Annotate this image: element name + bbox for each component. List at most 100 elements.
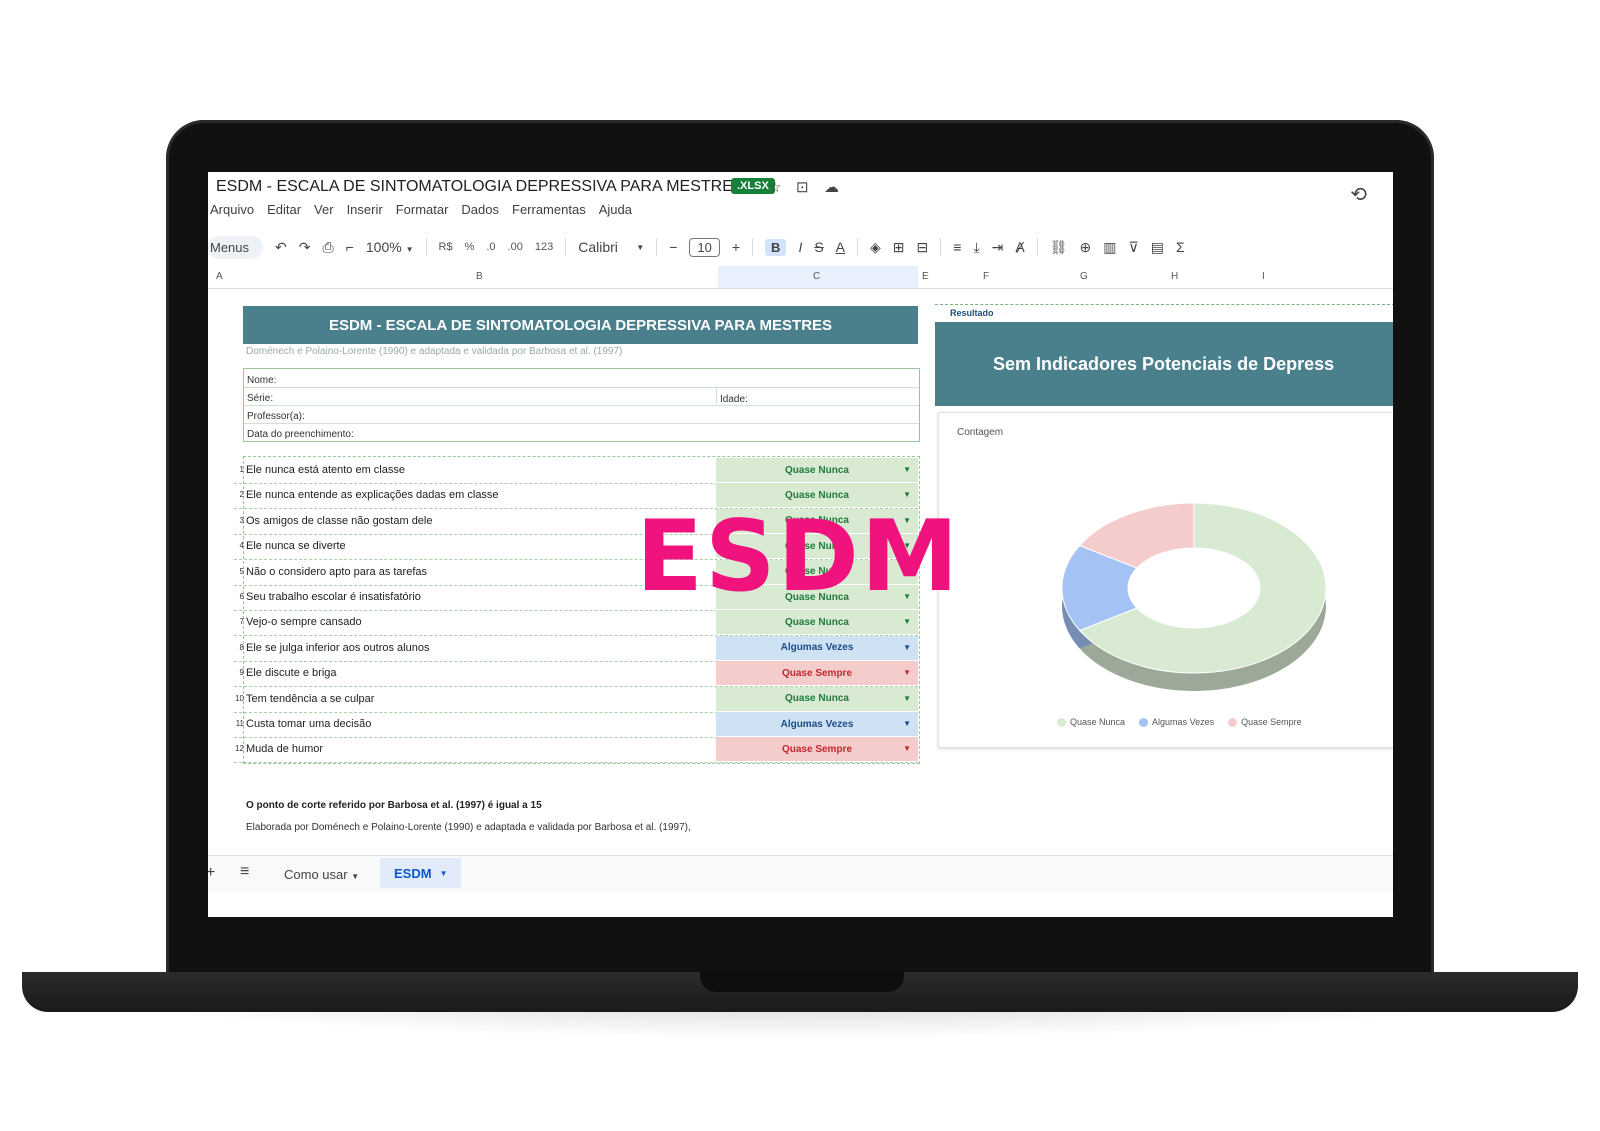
add-sheet-icon[interactable]: + (208, 864, 215, 882)
menu-bar: Arquivo Editar Ver Inserir Formatar Dado… (210, 202, 632, 217)
vertical-align-icon[interactable]: ⤓ (973, 239, 979, 256)
filter-icon[interactable]: ⊽ (1128, 239, 1138, 256)
zoom-select[interactable]: 100% ▼ (366, 239, 414, 255)
redo-icon[interactable]: ↷ (299, 239, 311, 256)
tab-como-usar[interactable]: Como usar ▼ (284, 867, 359, 882)
column-header-i[interactable]: I (1262, 271, 1265, 282)
menu-item-ferramentas[interactable]: Ferramentas (512, 202, 586, 217)
column-header-b[interactable]: B (476, 271, 483, 282)
form-divider (716, 386, 717, 404)
question-text[interactable]: Ele nunca se diverte (246, 540, 346, 552)
borders-icon[interactable]: ⊞ (893, 239, 905, 256)
bold-button[interactable]: B (765, 238, 787, 256)
idade-field[interactable]: Idade: (720, 394, 748, 405)
cloud-status-icon[interactable]: ☁ (824, 178, 839, 196)
menu-item-editar[interactable]: Editar (267, 202, 301, 217)
question-text[interactable]: Vejo-o sempre cansado (246, 616, 362, 628)
insert-comment-icon[interactable]: ⊕ (1080, 239, 1092, 256)
menu-item-formatar[interactable]: Formatar (396, 202, 449, 217)
chevron-down-icon: ▼ (903, 642, 911, 652)
reference-note[interactable]: Elaborada por Doménech e Polaino-Lorente… (246, 822, 691, 833)
print-icon[interactable]: ⎙ (323, 239, 334, 256)
data-preenchimento-field[interactable]: Data do preenchimento: (247, 429, 354, 440)
cutoff-note[interactable]: O ponto de corte referido por Barbosa et… (246, 800, 542, 811)
text-color-button[interactable]: A (836, 239, 845, 255)
question-number: 3 (239, 515, 244, 525)
version-history-icon[interactable]: ⟲ (1350, 182, 1367, 207)
toolbar: Menus ↶ ↷ ⎙ ⌐ 100% ▼ R$ % .0 .00 123 Cal… (208, 230, 1393, 264)
font-size-input[interactable]: 10 (689, 237, 720, 257)
sheet-subtitle[interactable]: Doménech e Polaino-Lorente (1990) e adap… (246, 346, 622, 357)
number-format-button[interactable]: 123 (535, 241, 553, 253)
legend-item-quase-nunca: Quase Nunca (1057, 717, 1125, 728)
menu-item-dados[interactable]: Dados (461, 202, 499, 217)
column-header-a[interactable]: A (216, 271, 223, 282)
answer-dropdown[interactable]: Algumas Vezes ▼ (716, 712, 918, 736)
result-value[interactable]: Sem Indicadores Potenciais de Depress (935, 322, 1393, 406)
donut-chart[interactable]: Contagem Quase Nunca Algumas Vezes Quase… (938, 412, 1393, 748)
fill-color-icon[interactable]: ◈ (870, 239, 881, 256)
question-text[interactable]: Ele nunca entende as explicações dadas e… (246, 489, 499, 501)
question-text[interactable]: Ele discute e briga (246, 667, 337, 679)
percent-format-button[interactable]: % (465, 241, 475, 253)
text-rotation-icon[interactable]: Ⱥ (1015, 239, 1024, 255)
menu-item-inserir[interactable]: Inserir (347, 202, 383, 217)
move-folder-icon[interactable]: ⊡ (796, 178, 809, 196)
document-title[interactable]: ESDM - ESCALA DE SINTOMATOLOGIA DEPRESSI… (216, 178, 744, 196)
italic-button[interactable]: I (798, 239, 802, 255)
question-text[interactable]: Não o considero apto para as tarefas (246, 566, 427, 578)
column-header-f[interactable]: F (983, 271, 989, 282)
question-text[interactable]: Ele se julga inferior aos outros alunos (246, 642, 429, 654)
functions-icon[interactable]: Σ (1176, 239, 1185, 255)
filter-views-icon[interactable]: ▤ (1151, 239, 1164, 256)
merge-cells-icon[interactable]: ⊟ (917, 239, 929, 256)
tab-esdm[interactable]: ESDM ▼ (380, 858, 462, 888)
text-wrap-icon[interactable]: ⇥ (992, 239, 1004, 256)
professor-field[interactable]: Professor(a): (247, 411, 305, 422)
toolbar-divider (1036, 238, 1038, 256)
question-text[interactable]: Ele nunca está atento em classe (246, 464, 405, 476)
result-label[interactable]: Resultado (950, 308, 994, 318)
answer-value: Quase Sempre (781, 743, 853, 755)
all-sheets-icon[interactable]: ≡ (240, 863, 249, 881)
serie-field[interactable]: Série: (247, 393, 273, 404)
menu-item-arquivo[interactable]: Arquivo (210, 202, 254, 217)
horizontal-align-icon[interactable]: ≡ (953, 239, 961, 255)
answer-dropdown[interactable]: Quase Nunca ▼ (716, 458, 918, 482)
menus-search[interactable]: Menus (208, 235, 264, 259)
undo-icon[interactable]: ↶ (275, 239, 287, 256)
font-select[interactable]: Calibri ▼ (578, 239, 644, 255)
question-text[interactable]: Os amigos de classe não gostam dele (246, 515, 433, 527)
strikethrough-button[interactable]: S (814, 239, 823, 255)
answer-dropdown[interactable]: Quase Nunca ▼ (716, 686, 918, 711)
answer-dropdown[interactable]: Quase Sempre ▼ (716, 737, 918, 762)
menu-item-ajuda[interactable]: Ajuda (599, 202, 632, 217)
column-header-c[interactable]: C (813, 271, 820, 282)
question-text[interactable]: Muda de humor (246, 743, 323, 755)
star-icon[interactable]: ☆ (768, 178, 781, 196)
increase-decimal-button[interactable]: .00 (508, 241, 523, 253)
font-size-increase-icon[interactable]: + (732, 239, 740, 255)
nome-field[interactable]: Nome: (247, 375, 276, 386)
paint-format-icon[interactable]: ⌐ (346, 239, 354, 255)
insert-link-icon[interactable]: ⛓ (1050, 239, 1068, 256)
tab-label: Como usar (284, 867, 348, 882)
answer-dropdown[interactable]: Quase Sempre ▼ (716, 661, 918, 686)
question-number: 11 (235, 719, 244, 728)
question-text[interactable]: Custa tomar uma decisão (246, 718, 371, 730)
question-text[interactable]: Seu trabalho escolar é insatisfatório (246, 591, 421, 603)
question-text[interactable]: Tem tendência a se culpar (246, 693, 374, 705)
column-header-h[interactable]: H (1171, 271, 1178, 282)
question-row: 12 Muda de humor Quase Sempre ▼ (234, 737, 918, 764)
column-header-e[interactable]: E (922, 271, 929, 282)
sheet-title[interactable]: ESDM - ESCALA DE SINTOMATOLOGIA DEPRESSI… (243, 306, 918, 344)
answer-dropdown[interactable]: Algumas Vezes ▼ (716, 635, 918, 660)
chevron-down-icon: ▼ (903, 744, 911, 754)
menu-item-ver[interactable]: Ver (314, 202, 334, 217)
decrease-decimal-button[interactable]: .0 (486, 241, 495, 253)
font-size-decrease-icon[interactable]: − (669, 239, 677, 255)
insert-chart-icon[interactable]: ▥ (1103, 239, 1116, 256)
currency-format-button[interactable]: R$ (439, 241, 453, 253)
column-header-g[interactable]: G (1080, 271, 1088, 282)
result-frame (935, 304, 1393, 319)
